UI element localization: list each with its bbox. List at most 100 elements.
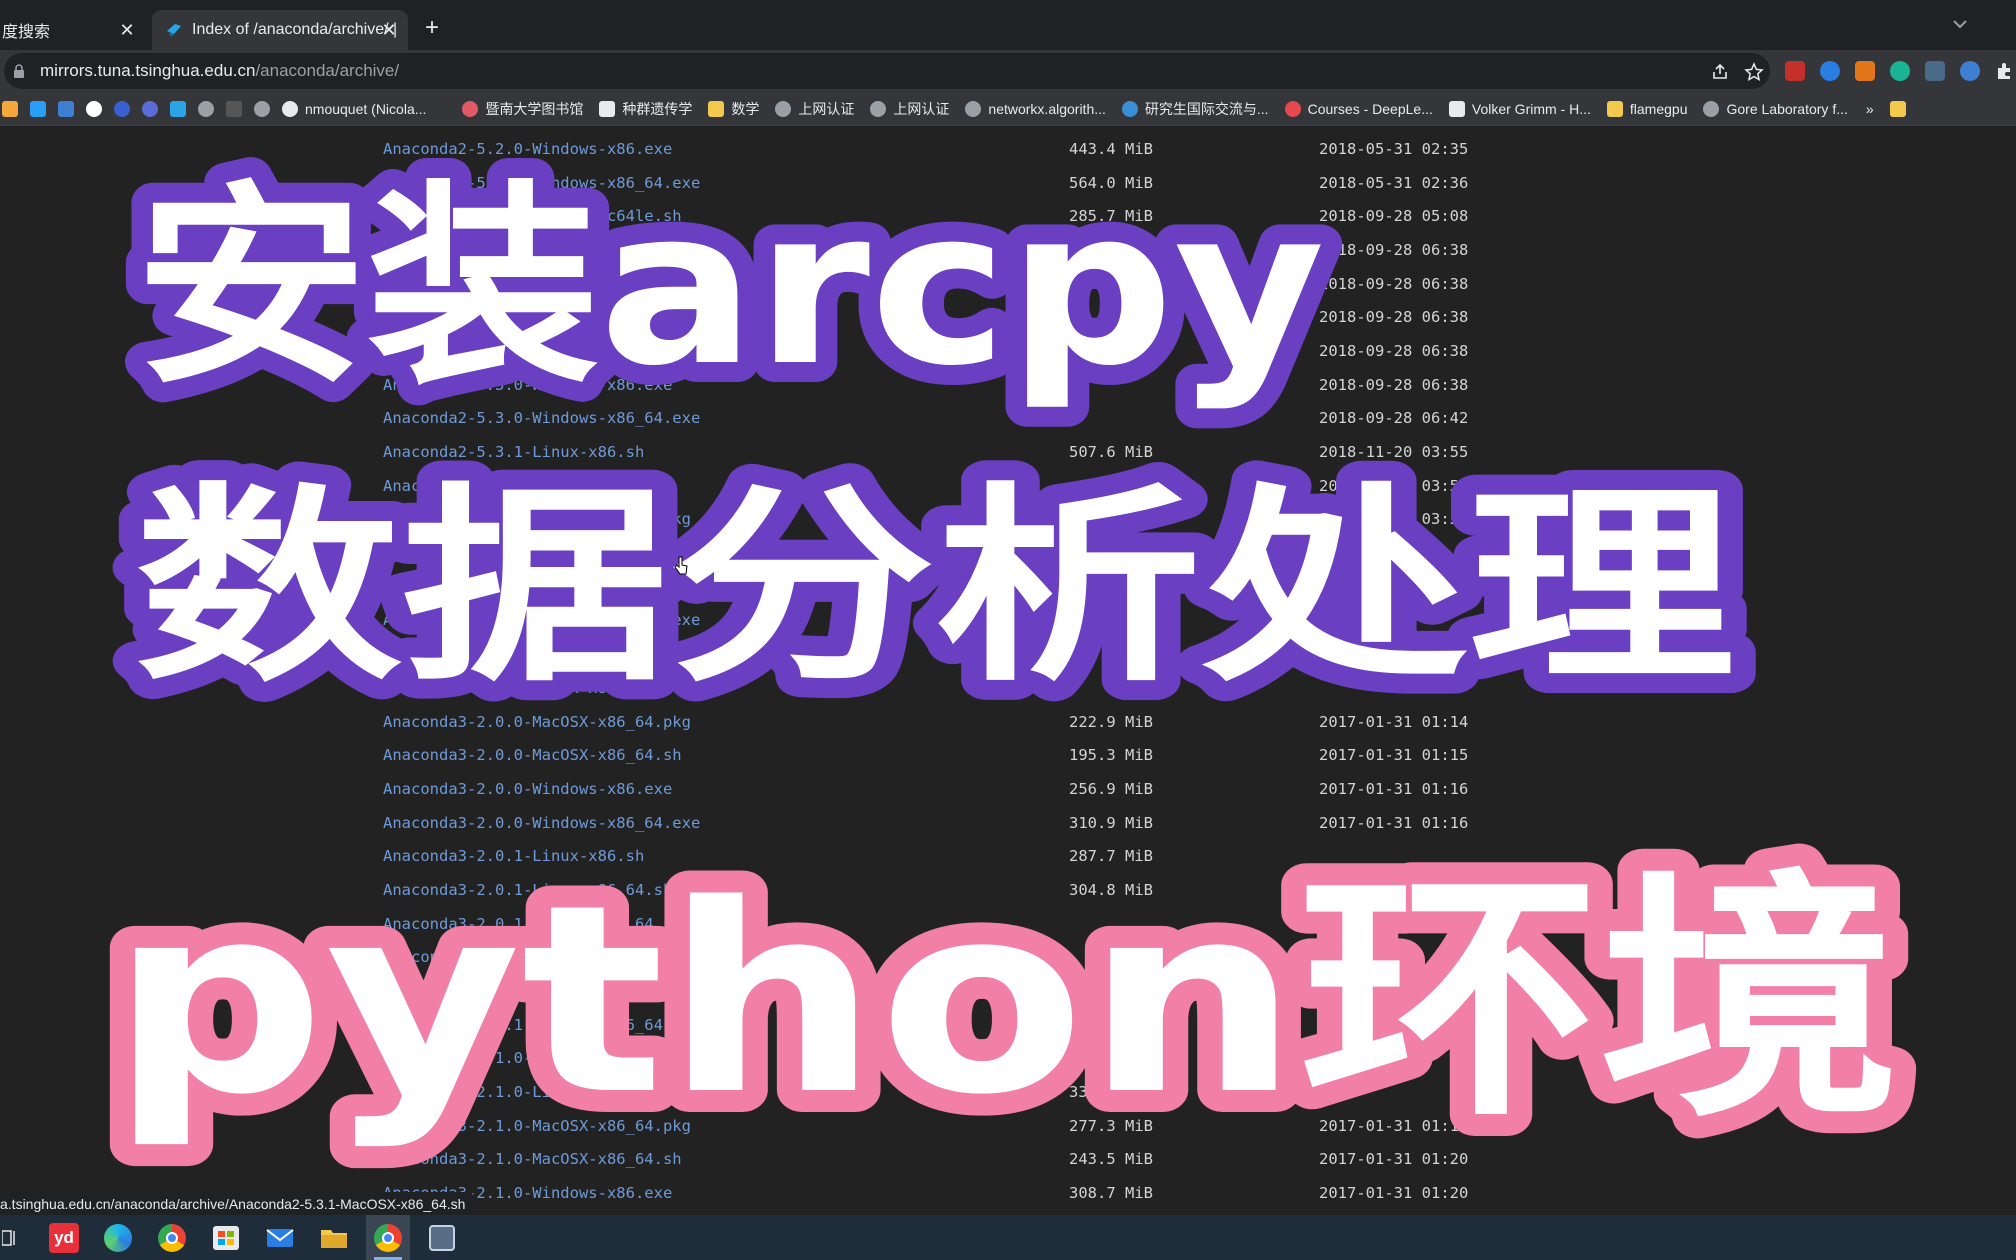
file-row: Anaconda3-2.1.0-Linux-x86.sh (383, 1042, 1468, 1076)
notion-icon (599, 100, 616, 117)
file-row: Anaconda2-5.3.0-Linux-x86.sh 2018-09-28 0… (383, 233, 1468, 267)
bookmark-item[interactable]: Gore Laboratory f... (1703, 100, 1848, 117)
bookmark-item[interactable]: 种群遗传学 (599, 99, 692, 119)
file-link[interactable]: Anaconda2-5.2.0-Windows-x86_64.exe (383, 174, 1069, 192)
file-link[interactable]: Anaconda2-5.3.0-Windows-x86.exe (383, 376, 1069, 394)
file-link[interactable]: Anaconda2-5.3.0-MacOSX-x86_64.pkg (383, 308, 1069, 326)
tab-anaconda-archive[interactable]: Index of /anaconda/archive/ | ✕ (152, 10, 408, 50)
search-icon[interactable] (114, 100, 130, 117)
file-row: Anaconda2-5.3.0-Windows-x86.exe 2018-09-2… (383, 368, 1468, 402)
close-tab-icon[interactable]: ✕ (118, 21, 136, 39)
lock-icon[interactable] (12, 64, 26, 78)
file-link[interactable]: Anaconda3-2.0.0-Windows-x86_64.exe (383, 814, 1069, 832)
file-link[interactable]: Anaconda2-5.3.1-Linux-x86_64.sh (383, 477, 1069, 495)
bookmark-app-icon[interactable] (142, 100, 158, 117)
task-view-button[interactable] (0, 1215, 20, 1260)
bookmark-item[interactable]: 上网认证 (870, 99, 949, 119)
extension-globe-icon[interactable] (1960, 61, 1980, 81)
file-link[interactable]: Anaconda3-2.1.0-Linux-x86.sh (383, 1049, 1069, 1067)
file-link[interactable]: Anaconda3-2.1.0-Linux-x86_64.sh (383, 1083, 1069, 1101)
file-link[interactable]: Anaconda3-2.1.0-MacOSX-x86_64.pkg (383, 1117, 1069, 1135)
bookmark-item[interactable]: 上网认证 (775, 99, 854, 119)
puzzle-icon[interactable] (1995, 61, 2015, 81)
explorer-button[interactable] (312, 1215, 356, 1260)
file-date: 2018-11-20 03:55 (1319, 443, 1469, 462)
file-link[interactable]: Anaconda2-5.3.0-Linux-x86_64.sh (383, 275, 1069, 293)
file-link[interactable]: Anaconda3-2.1.0-Windows-x86.exe (383, 1184, 1069, 1202)
close-tab-icon[interactable]: ✕ (380, 21, 398, 39)
chevron-down-icon[interactable] (1948, 12, 1972, 36)
globe-icon[interactable] (198, 100, 214, 117)
file-link[interactable]: Anaconda2-5.3.0-MacOSX-x86_64.sh (383, 342, 1069, 360)
bookmark-item[interactable]: 暨南大学图书馆 (462, 99, 583, 119)
bookmark-item[interactable]: Courses - DeepLe... (1284, 100, 1433, 117)
bookmark-app-icon[interactable] (58, 100, 74, 117)
file-link[interactable]: Anaconda3-2.0.1-Windows-x86.exe (383, 982, 1069, 1000)
bookmark-item[interactable]: networkx.algorith... (965, 100, 1106, 117)
bookmark-app-icon[interactable] (170, 100, 186, 117)
store-button[interactable] (204, 1215, 248, 1260)
file-link[interactable]: Anaconda3-2.0.1-Windows-x86_64.exe (383, 1016, 1069, 1034)
metamask-extension-icon[interactable] (1855, 61, 1875, 81)
file-date: 2018-09-28 06:38 (1319, 240, 1469, 259)
file-link[interactable]: Anaconda3-2.0.1-Linux-x86.sh (383, 847, 1069, 865)
file-link[interactable]: Anaconda2-5.3.1-Windows-x86_64.exe (383, 611, 1069, 629)
file-link[interactable]: Anaconda2-5.3.1-MacOSX-x86_64.pkg (383, 510, 1069, 528)
file-link[interactable]: Anaconda3-2.0.1-MacOSX-x86_64.sh (383, 948, 1069, 966)
tab-baidu[interactable]: 度搜索 ✕ (0, 10, 146, 50)
file-link[interactable]: Anaconda3-2.0.0-Windows-x86.exe (383, 780, 1069, 798)
file-row: Anaconda3-2.0.1-Linux-x86_64.sh 304.8 MiB (383, 873, 1468, 907)
acrobat-extension-icon[interactable] (1785, 61, 1805, 81)
file-date: 2018-09-28 06:38 (1319, 274, 1469, 293)
app-button[interactable] (420, 1215, 464, 1260)
file-row: Anaconda3-2.1.0-MacOSX-x86_64.pkg 277.3 M… (383, 1109, 1468, 1143)
file-link[interactable]: Anaconda2-5.3.0-Linux-ppc64le.sh (383, 207, 1069, 225)
bookmark-app-icon[interactable] (226, 100, 242, 117)
bookmark-item[interactable]: 数学 (708, 99, 759, 119)
status-bar: a.tsinghua.edu.cn/anaconda/archive/Anaco… (0, 1192, 474, 1216)
bookmarks-more-button[interactable]: » (1866, 101, 1874, 117)
edge-button[interactable] (96, 1215, 140, 1260)
file-row: Anaconda2-5.3.1-Linux-x86_64.sh 2018-11-2… (383, 469, 1468, 503)
file-link[interactable]: Anaconda2-5.3.1-MacOSX-x86_64.sh (383, 544, 1069, 562)
extension-blue-icon[interactable] (1820, 61, 1840, 81)
chrome-active-button[interactable] (366, 1215, 410, 1260)
file-link[interactable]: Anaconda2-5.3.1-Windows-x86.exe (383, 578, 1069, 596)
file-row: Anaconda2-5.3.0-MacOSX-x86_64.pkg 2018-09… (383, 300, 1468, 334)
file-row: Anaconda2-5.3.0-Linux-x86_64.sh 2018-09-2… (383, 267, 1468, 301)
file-size: 310.9 MiB (1069, 813, 1153, 832)
share-icon[interactable] (1710, 62, 1730, 82)
bilibili-icon[interactable] (30, 100, 46, 117)
file-link[interactable]: Anaconda3-2.0.0-Linux-x86_64.sh (383, 679, 1069, 697)
file-link[interactable]: Anaconda3-2.1.0-MacOSX-x86_64.sh (383, 1150, 1069, 1168)
file-link[interactable]: Anaconda2-5.3.1-Linux-x86.sh (383, 443, 1069, 461)
refresh-extension-icon[interactable] (1890, 61, 1910, 81)
youdao-button[interactable]: yd (42, 1215, 86, 1260)
bookmark-item[interactable]: 研究生国际交流与... (1121, 99, 1269, 119)
chrome-button[interactable] (150, 1215, 194, 1260)
file-size: 564.0 MiB (1069, 173, 1153, 192)
file-link[interactable]: Anaconda3-2.0.1-Linux-x86_64.sh (383, 881, 1069, 899)
mail-button[interactable] (258, 1215, 302, 1260)
file-link[interactable]: Anaconda2-5.3.0-Windows-x86_64.exe (383, 409, 1069, 427)
bookmark-item[interactable]: Volker Grimm - H... (1448, 100, 1591, 117)
star-icon[interactable] (1744, 62, 1764, 82)
url-host: mirrors.tuna.tsinghua.edu.cn (40, 61, 256, 80)
bookmark-item[interactable]: flamegpu (1606, 100, 1687, 117)
google-icon[interactable] (86, 100, 102, 117)
new-tab-button[interactable]: + (425, 16, 439, 40)
file-row: Anaconda2-5.2.0-Windows-x86_64.exe 564.0 … (383, 166, 1468, 200)
file-link[interactable]: Anaconda3-2.0.0-Linux-x86.sh (383, 645, 1069, 663)
file-link[interactable]: Anaconda3-2.0.1-MacOSX-x86_64.pkg (383, 915, 1069, 933)
bookmark-folder-icon[interactable] (2, 100, 18, 117)
file-link[interactable]: Anaconda2-5.3.0-Linux-x86.sh (383, 241, 1069, 259)
folder-icon[interactable] (1889, 100, 1906, 117)
file-link[interactable]: Anaconda3-2.0.0-MacOSX-x86_64.sh (383, 746, 1069, 764)
address-bar[interactable]: mirrors.tuna.tsinghua.edu.cn/anaconda/ar… (4, 53, 1770, 89)
globe-icon[interactable] (254, 100, 270, 117)
file-link[interactable]: Anaconda2-5.2.0-Windows-x86.exe (383, 140, 1069, 158)
file-date: 2018-11-20 03:55 (1319, 476, 1469, 495)
bookmark-item[interactable]: nmouquet (Nicola... (282, 100, 426, 117)
file-link[interactable]: Anaconda3-2.0.0-MacOSX-x86_64.pkg (383, 713, 1069, 731)
extension-gear-icon[interactable] (1925, 61, 1945, 81)
